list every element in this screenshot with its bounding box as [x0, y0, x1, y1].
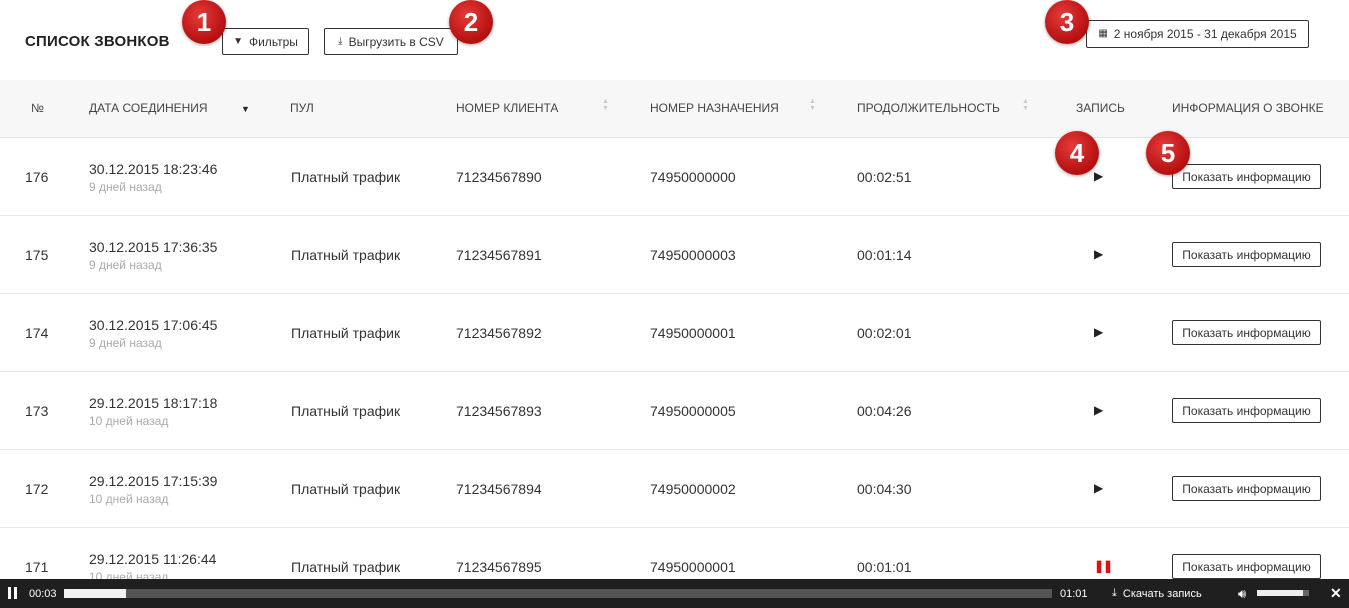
- column-header-date[interactable]: ДАТА СОЕДИНЕНИЯ: [89, 101, 208, 115]
- play-icon[interactable]: ▶: [1094, 169, 1103, 183]
- table-row: 172 29.12.2015 17:15:39 10 дней назад Пл…: [0, 450, 1349, 528]
- call-duration: 00:02:01: [857, 325, 912, 341]
- download-icon: ⤓: [1112, 587, 1117, 599]
- call-date: 30.12.2015 18:23:46: [89, 161, 218, 177]
- call-date: 29.12.2015 18:17:18: [89, 395, 218, 411]
- call-pool: Платный трафик: [291, 169, 401, 185]
- table-row: 173 29.12.2015 18:17:18 10 дней назад Пл…: [0, 372, 1349, 450]
- play-icon[interactable]: ▶: [1094, 247, 1103, 261]
- call-relative-time: 9 дней назад: [89, 180, 162, 194]
- close-icon[interactable]: ✕: [1330, 585, 1342, 602]
- player-pause-icon[interactable]: [8, 587, 18, 599]
- column-header-duration[interactable]: ПРОДОЛЖИТЕЛЬНОСТЬ: [857, 101, 1000, 115]
- destination-number: 74950000001: [650, 325, 736, 341]
- destination-number: 74950000003: [650, 247, 736, 263]
- call-number: 175: [25, 247, 49, 263]
- client-number: 71234567894: [456, 481, 542, 497]
- call-date: 29.12.2015 11:26:44: [89, 551, 217, 567]
- filter-button[interactable]: ▼ Фильтры: [222, 28, 309, 55]
- date-range-label: 2 ноября 2015 - 31 декабря 2015: [1113, 27, 1297, 41]
- call-number: 173: [25, 403, 49, 419]
- table-row: 175 30.12.2015 17:36:35 9 дней назад Пла…: [0, 216, 1349, 294]
- call-pool: Платный трафик: [291, 247, 401, 263]
- annotation-badge: 5: [1146, 131, 1190, 175]
- player-total-time: 01:01: [1060, 588, 1088, 600]
- column-header-client[interactable]: НОМЕР КЛИЕНТА: [456, 101, 558, 115]
- column-header-info: ИНФОРМАЦИЯ О ЗВОНКЕ: [1172, 101, 1324, 115]
- call-number: 176: [25, 169, 49, 185]
- call-number: 174: [25, 325, 49, 341]
- sort-icon[interactable]: ▲ ▼: [809, 98, 816, 112]
- show-info-button[interactable]: Показать информацию: [1172, 320, 1321, 345]
- client-number: 71234567892: [456, 325, 542, 341]
- annotation-badge: 4: [1055, 131, 1099, 175]
- client-number: 71234567890: [456, 169, 542, 185]
- call-relative-time: 9 дней назад: [89, 336, 162, 350]
- call-relative-time: 10 дней назад: [89, 492, 169, 506]
- sort-icon[interactable]: ▲ ▼: [602, 98, 609, 112]
- client-number: 71234567893: [456, 403, 542, 419]
- annotation-badge: 1: [182, 0, 226, 44]
- play-icon[interactable]: ▶: [1094, 481, 1103, 495]
- show-info-button[interactable]: Показать информацию: [1172, 476, 1321, 501]
- column-header-destination[interactable]: НОМЕР НАЗНАЧЕНИЯ: [650, 101, 779, 115]
- call-duration: 00:01:14: [857, 247, 912, 263]
- export-csv-label: Выгрузить в CSV: [348, 34, 444, 49]
- date-range-picker[interactable]: ▦ 2 ноября 2015 - 31 декабря 2015: [1086, 20, 1309, 48]
- call-duration: 00:04:30: [857, 481, 912, 497]
- table-header: № ДАТА СОЕДИНЕНИЯ ▼ ПУЛ НОМЕР КЛИЕНТА ▲ ▼…: [0, 80, 1349, 138]
- volume-fill: [1257, 590, 1303, 596]
- call-date: 29.12.2015 17:15:39: [89, 473, 218, 489]
- audio-player: 00:03 01:01 ⤓ Скачать запись 🔊︎ ✕: [0, 579, 1349, 608]
- sort-icon[interactable]: ▲ ▼: [1022, 98, 1029, 112]
- show-info-button[interactable]: Показать информацию: [1172, 164, 1321, 189]
- sort-desc-icon[interactable]: ▼: [241, 104, 250, 114]
- player-current-time: 00:03: [29, 588, 57, 600]
- show-info-button[interactable]: Показать информацию: [1172, 242, 1321, 267]
- destination-number: 74950000005: [650, 403, 736, 419]
- pause-icon[interactable]: ❚❚: [1094, 559, 1113, 573]
- client-number: 71234567895: [456, 559, 542, 575]
- volume-slider[interactable]: [1257, 590, 1309, 596]
- download-record-button[interactable]: ⤓ Скачать запись: [1112, 587, 1202, 600]
- calendar-icon: ▦: [1098, 28, 1108, 39]
- annotation-badge: 2: [449, 0, 493, 44]
- client-number: 71234567891: [456, 247, 542, 263]
- destination-number: 74950000001: [650, 559, 736, 575]
- download-icon: ⤓: [338, 35, 343, 47]
- table-row: 174 30.12.2015 17:06:45 9 дней назад Пла…: [0, 294, 1349, 372]
- player-progress-bar[interactable]: [64, 589, 1052, 598]
- play-icon[interactable]: ▶: [1094, 403, 1103, 417]
- column-header-pool: ПУЛ: [290, 101, 314, 115]
- filter-button-label: Фильтры: [248, 34, 298, 49]
- call-pool: Платный трафик: [291, 403, 401, 419]
- call-pool: Платный трафик: [291, 325, 401, 341]
- column-header-number: №: [31, 101, 44, 115]
- page-title: СПИСОК ЗВОНКОВ: [25, 33, 170, 50]
- call-duration: 00:01:01: [857, 559, 912, 575]
- export-csv-button[interactable]: ⤓ Выгрузить в CSV: [324, 28, 458, 55]
- call-number: 172: [25, 481, 49, 497]
- call-relative-time: 10 дней назад: [89, 414, 169, 428]
- call-relative-time: 9 дней назад: [89, 258, 162, 272]
- destination-number: 74950000000: [650, 169, 736, 185]
- annotation-badge: 3: [1045, 0, 1089, 44]
- call-pool: Платный трафик: [291, 559, 401, 575]
- column-header-record: ЗАПИСЬ: [1076, 101, 1125, 115]
- call-date: 30.12.2015 17:36:35: [89, 239, 218, 255]
- call-duration: 00:02:51: [857, 169, 912, 185]
- destination-number: 74950000002: [650, 481, 736, 497]
- show-info-button[interactable]: Показать информацию: [1172, 554, 1321, 579]
- volume-icon[interactable]: 🔊︎: [1238, 586, 1246, 602]
- player-progress-fill: [64, 589, 127, 598]
- call-number: 171: [25, 559, 49, 575]
- show-info-button[interactable]: Показать информацию: [1172, 398, 1321, 423]
- call-duration: 00:04:26: [857, 403, 912, 419]
- play-icon[interactable]: ▶: [1094, 325, 1103, 339]
- call-pool: Платный трафик: [291, 481, 401, 497]
- call-date: 30.12.2015 17:06:45: [89, 317, 218, 333]
- download-record-label: Скачать запись: [1122, 587, 1202, 600]
- filter-icon: ▼: [233, 35, 243, 47]
